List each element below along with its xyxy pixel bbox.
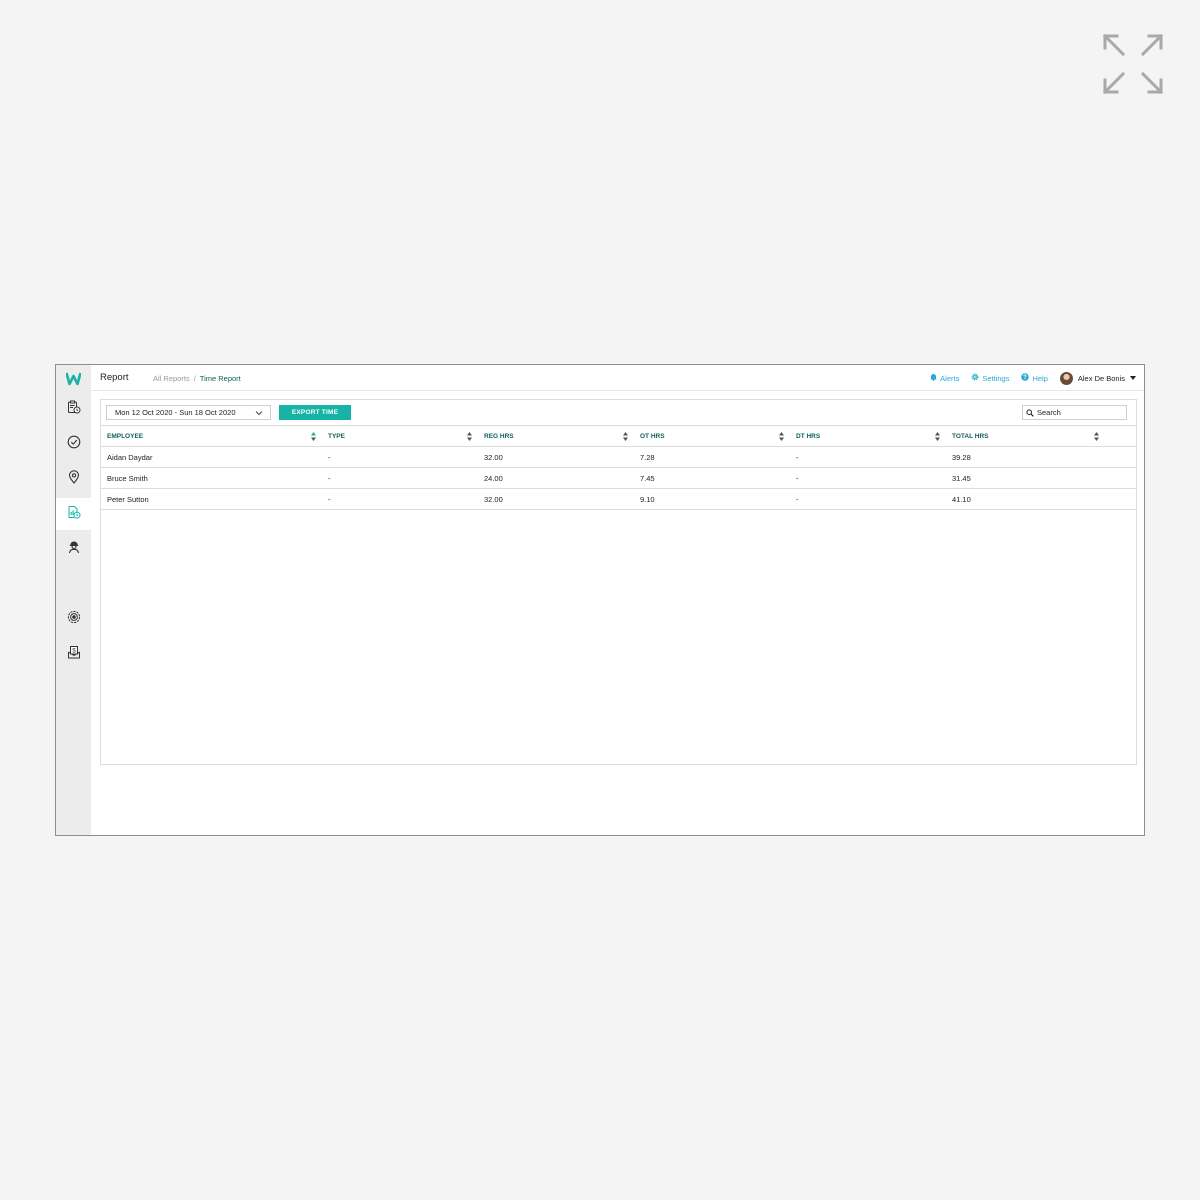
cell-reg-hrs: 32.00 [478, 446, 634, 468]
app-window: $ Report All Reports / Time Report Alert… [55, 364, 1145, 836]
sort-icon [935, 432, 940, 441]
search-input[interactable] [1037, 406, 1122, 419]
user-menu[interactable]: Alex De Bonis [1059, 371, 1136, 385]
payroll-icon: $ [67, 645, 81, 664]
caret-down-icon [1130, 376, 1136, 380]
cell-ot-hrs: 7.28 [634, 446, 790, 468]
table-row[interactable]: Bruce Smith - 24.00 7.45 - 31.45 [101, 467, 1136, 489]
column-header-ot-hrs[interactable]: OT HRS [634, 425, 790, 447]
expand-icon[interactable] [1101, 32, 1165, 96]
column-header-type[interactable]: TYPE [322, 425, 478, 447]
date-range-select[interactable]: Mon 12 Oct 2020 - Sun 18 Oct 2020 [106, 405, 271, 420]
cell-reg-hrs: 24.00 [478, 467, 634, 489]
sort-icon [467, 432, 472, 441]
check-circle-icon [67, 435, 81, 454]
column-header-label: REG HRS [484, 432, 514, 440]
time-report-table: EMPLOYEE TYPE REG HRS OT HRS DT HRS TOTA… [101, 425, 1136, 510]
cell-type: - [322, 467, 478, 489]
column-header-label: TYPE [328, 432, 345, 440]
help-icon: ? [1021, 373, 1030, 383]
settings-label: Settings [982, 373, 1010, 383]
report-clock-icon [67, 505, 81, 524]
sidebar-item-tasks[interactable] [56, 428, 91, 460]
sidebar-item-locations[interactable] [56, 463, 91, 495]
sort-icon [1094, 432, 1099, 441]
cell-ot-hrs: 7.45 [634, 467, 790, 489]
cell-reg-hrs: 32.00 [478, 488, 634, 510]
alerts-label: Alerts [940, 373, 960, 383]
sort-icon [779, 432, 784, 441]
help-link[interactable]: ? Help [1021, 373, 1048, 383]
column-header-reg-hrs[interactable]: REG HRS [478, 425, 634, 447]
map-pin-icon [67, 469, 81, 489]
column-header-dt-hrs[interactable]: DT HRS [790, 425, 946, 447]
target-settings-icon [67, 610, 81, 629]
cell-employee: Bruce Smith [101, 467, 322, 489]
cell-total-hrs: 31.45 [946, 467, 1136, 489]
sidebar-item-integrations[interactable] [56, 603, 91, 635]
cell-employee: Peter Sutton [101, 488, 322, 510]
cell-employee: Aidan Daydar [101, 446, 322, 468]
settings-link[interactable]: Settings [971, 373, 1009, 383]
page-title: Report [100, 372, 129, 383]
breadcrumb-separator: / [193, 374, 196, 383]
clipboard-clock-icon [67, 400, 81, 419]
cell-dt-hrs: - [790, 488, 946, 510]
sidebar-item-workers[interactable] [56, 533, 91, 565]
column-header-label: DT HRS [796, 432, 821, 440]
cell-dt-hrs: - [790, 446, 946, 468]
help-label: Help [1032, 373, 1048, 383]
breadcrumb-all-reports[interactable]: All Reports [153, 374, 190, 383]
report-panel: Mon 12 Oct 2020 - Sun 18 Oct 2020 EXPORT… [100, 399, 1137, 765]
sort-icon [623, 432, 628, 441]
table-row[interactable]: Aidan Daydar - 32.00 7.28 - 39.28 [101, 446, 1136, 468]
top-nav: Alerts Settings ? Help Alex De Bonis [930, 371, 1136, 385]
bell-icon [930, 373, 937, 383]
worker-icon [67, 540, 81, 559]
sidebar: $ [56, 365, 91, 835]
cell-type: - [322, 446, 478, 468]
export-time-button[interactable]: EXPORT TIME [279, 405, 351, 420]
table-row[interactable]: Peter Sutton - 32.00 9.10 - 41.10 [101, 488, 1136, 510]
top-bar: Report All Reports / Time Report Alerts … [91, 365, 1144, 391]
cell-type: - [322, 488, 478, 510]
breadcrumb-current: Time Report [199, 374, 241, 383]
column-header-label: OT HRS [640, 432, 665, 440]
date-range-value: Mon 12 Oct 2020 - Sun 18 Oct 2020 [115, 408, 236, 417]
breadcrumb: All Reports / Time Report [153, 374, 241, 383]
cell-dt-hrs: - [790, 467, 946, 489]
svg-text:?: ? [1024, 375, 1028, 381]
sidebar-item-timesheets[interactable] [56, 393, 91, 425]
column-header-total-hrs[interactable]: TOTAL HRS [946, 425, 1136, 447]
sidebar-item-payroll[interactable]: $ [56, 638, 91, 670]
cell-ot-hrs: 9.10 [634, 488, 790, 510]
alerts-link[interactable]: Alerts [930, 373, 959, 383]
sort-icon [311, 432, 316, 441]
cell-total-hrs: 39.28 [946, 446, 1136, 468]
column-header-employee[interactable]: EMPLOYEE [101, 425, 322, 447]
search-box [1022, 405, 1127, 420]
column-header-label: EMPLOYEE [107, 432, 144, 440]
app-logo[interactable] [65, 370, 82, 387]
gear-icon [971, 373, 979, 383]
user-name: Alex De Bonis [1077, 373, 1125, 383]
table-header-row: EMPLOYEE TYPE REG HRS OT HRS DT HRS TOTA… [101, 425, 1136, 447]
column-header-label: TOTAL HRS [952, 432, 989, 440]
avatar [1059, 371, 1073, 385]
sidebar-item-reports[interactable] [56, 498, 91, 530]
chevron-down-icon [255, 409, 263, 418]
cell-total-hrs: 41.10 [946, 488, 1136, 510]
search-icon [1026, 404, 1034, 422]
